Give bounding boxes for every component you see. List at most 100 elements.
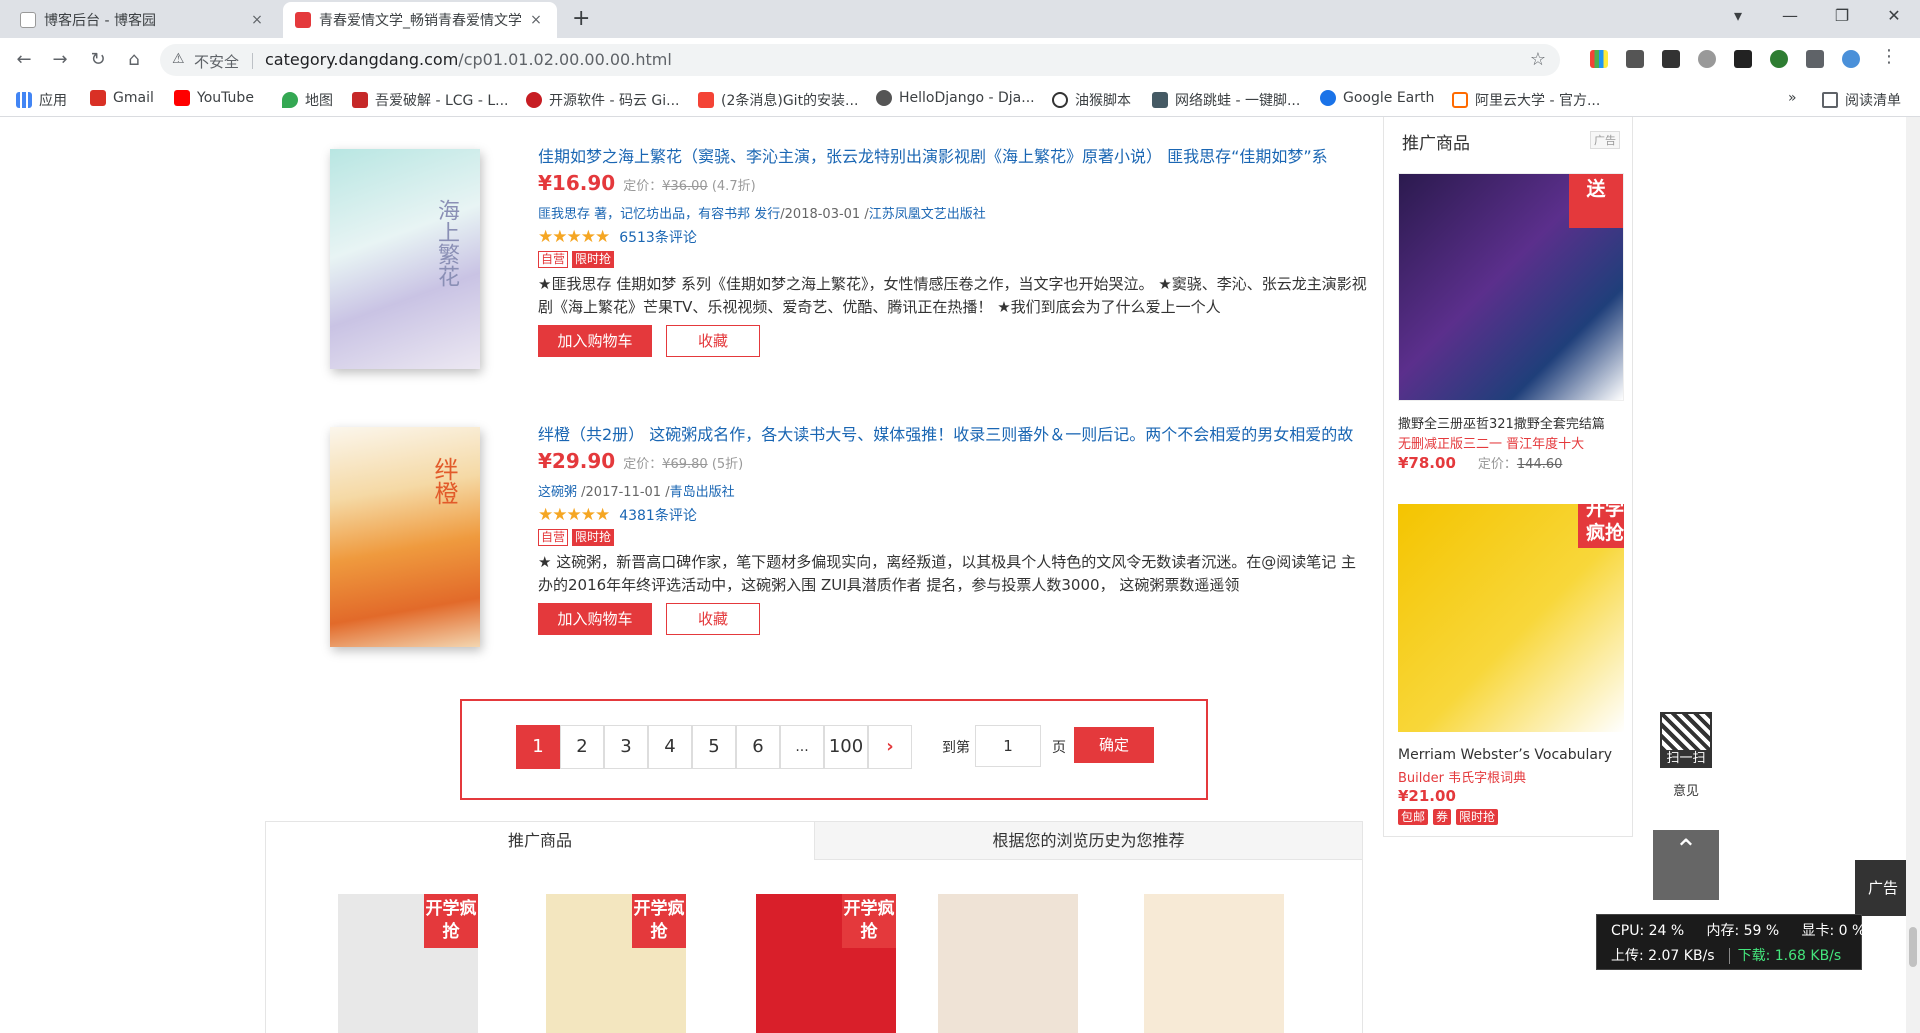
author-link[interactable]: 这碗粥: [538, 485, 577, 500]
new-tab-button[interactable]: +: [572, 6, 590, 31]
bookmark-maps[interactable]: 地图: [282, 90, 333, 110]
review-count-link[interactable]: 4381条评论: [619, 505, 697, 525]
recommended-book[interactable]: 开学疯抢: [756, 894, 896, 1033]
tab-title: 博客后台 - 博客园: [44, 13, 156, 29]
confirm-page-button[interactable]: 确定: [1074, 727, 1154, 763]
bookmark-csdn[interactable]: (2条消息)Git的安装...: [698, 90, 858, 110]
bookmark-hellodjango[interactable]: HelloDjango - Dja...: [876, 90, 1035, 106]
ad-product-name[interactable]: Merriam Webster’s Vocabulary: [1398, 747, 1624, 763]
tampermonkey-extension-icon[interactable]: [1734, 50, 1752, 68]
close-window-button[interactable]: ✕: [1876, 6, 1912, 25]
puzzle-extension-icon[interactable]: [1806, 50, 1824, 68]
page-5-button[interactable]: 5: [692, 725, 736, 769]
add-to-cart-button[interactable]: 加入购物车: [538, 325, 652, 357]
product-title-link[interactable]: 佳期如梦之海上繁花（窦骁、李沁主演，张云龙特别出演影视剧《海上繁花》原著小说） …: [538, 143, 1368, 167]
forward-icon[interactable]: →: [48, 49, 72, 70]
url-text[interactable]: category.dangdang.com/cp01.01.02.00.00.0…: [265, 50, 672, 69]
ad-book-image[interactable]: 送: [1398, 173, 1624, 401]
favorite-button[interactable]: 收藏: [666, 325, 760, 357]
bookmark-label: 应用: [39, 93, 67, 109]
minimize-button[interactable]: —: [1772, 6, 1808, 25]
product-title-link[interactable]: 绊橙（共2册） 这碗粥成名作，各大读书大号、媒体强推！收录三则番外＆一则后记。两…: [538, 421, 1368, 445]
publisher-link[interactable]: 青岛出版社: [670, 485, 735, 500]
tab-history[interactable]: 根据您的浏览历史为您推荐: [814, 822, 1362, 860]
globe-icon: [876, 90, 892, 106]
bookmark-apps[interactable]: 应用: [16, 90, 67, 110]
page-1-button[interactable]: 1: [516, 725, 560, 769]
page-100-button[interactable]: 100: [824, 725, 868, 769]
cpu-usage: CPU: 24 %: [1611, 923, 1685, 939]
profile-avatar-icon[interactable]: [1842, 50, 1860, 68]
bookmark-network[interactable]: 网络跳蛙 - 一键脚...: [1152, 90, 1300, 110]
ad-book-image[interactable]: 开学疯抢: [1398, 504, 1624, 732]
x-extension-icon[interactable]: [1662, 50, 1680, 68]
bookmark-52pojie[interactable]: 吾爱破解 - LCG - L...: [352, 90, 508, 110]
ad-product-name[interactable]: 撒野全三册巫哲321撒野全套完结篇: [1398, 413, 1624, 432]
color-extension-icon[interactable]: [1590, 50, 1608, 68]
review-count-link[interactable]: 6513条评论: [619, 227, 697, 247]
bookmark-gitee[interactable]: 开源软件 - 码云 Gi...: [526, 90, 680, 110]
product-item: 绊橙 绊橙（共2册） 这碗粥成名作，各大读书大号、媒体强推！收录三则番外＆一则后…: [320, 417, 1370, 667]
reload-icon[interactable]: ↻: [86, 49, 110, 70]
url-path: /cp01.01.02.00.00.00.html: [458, 50, 672, 69]
scrollbar-thumb[interactable]: [1909, 927, 1917, 967]
ad-product-subtitle[interactable]: Builder 韦氏字根词典: [1398, 767, 1624, 786]
tab-cnblogs[interactable]: 博客后台 - 博客园 ×: [8, 2, 278, 38]
page-4-button[interactable]: 4: [648, 725, 692, 769]
page-3-button[interactable]: 3: [604, 725, 648, 769]
feedback-link[interactable]: 意见: [1660, 780, 1712, 799]
tab-close-icon[interactable]: ×: [248, 12, 266, 28]
bookmarks-more-icon[interactable]: »: [1788, 90, 1797, 106]
maximize-button[interactable]: ❐: [1824, 6, 1860, 25]
tab-dangdang[interactable]: 青春爱情文学_畅销青春爱情文学 ×: [283, 2, 557, 38]
bookmark-greasyfork[interactable]: 油猴脚本: [1052, 90, 1131, 110]
ad-label: 广告: [1590, 131, 1620, 149]
more-menu-icon[interactable]: ⋮: [1880, 46, 1898, 67]
favorite-button[interactable]: 收藏: [666, 603, 760, 635]
scroll-to-top-button[interactable]: ⌃: [1653, 830, 1719, 900]
book-cover-image[interactable]: 海上繁花: [330, 149, 480, 369]
recommended-book[interactable]: [938, 894, 1078, 1033]
next-page-icon[interactable]: ›: [868, 725, 912, 769]
ad-product-subtitle[interactable]: 无删减正版三二一 晋江年度十大: [1398, 433, 1624, 452]
author-link[interactable]: 匪我思存 著，记忆坊出品，有容书邦 发行: [538, 207, 780, 222]
translate-extension-icon[interactable]: [1626, 50, 1644, 68]
bookmark-star-icon[interactable]: ☆: [1530, 49, 1546, 70]
bookmark-gmail[interactable]: Gmail: [90, 90, 154, 106]
floating-ad-button[interactable]: 广告: [1855, 860, 1911, 916]
reading-list-button[interactable]: 阅读清单: [1822, 90, 1901, 110]
recommended-book[interactable]: 开学疯抢: [338, 894, 478, 1033]
back-icon[interactable]: ←: [12, 49, 36, 70]
bookmark-google-earth[interactable]: Google Earth: [1320, 90, 1434, 106]
security-status[interactable]: 不安全: [194, 51, 239, 72]
add-to-cart-button[interactable]: 加入购物车: [538, 603, 652, 635]
publisher-link[interactable]: 江苏凤凰文艺出版社: [869, 207, 986, 222]
list-price: 定价：¥69.80 (5折): [623, 457, 743, 472]
scan-qr-label[interactable]: 扫一扫: [1660, 750, 1712, 768]
youtube-icon: [174, 90, 190, 106]
profile-menu-icon[interactable]: ▾: [1720, 6, 1756, 25]
flash-sale-tag: 开学疯抢: [424, 894, 478, 948]
page-6-button[interactable]: 6: [736, 725, 780, 769]
home-icon[interactable]: ⌂: [122, 49, 146, 70]
product-item: 海上繁花 佳期如梦之海上繁花（窦骁、李沁主演，张云龙特别出演影视剧《海上繁花》原…: [320, 139, 1370, 389]
warning-icon[interactable]: ⚠: [172, 51, 185, 67]
bookmark-label: 油猴脚本: [1075, 93, 1131, 109]
page-number-input[interactable]: [975, 725, 1041, 767]
page-scrollbar[interactable]: [1906, 117, 1920, 1033]
tab-promoted[interactable]: 推广商品: [266, 822, 814, 860]
bookmark-aliyun[interactable]: 阿里云大学 - 官方...: [1452, 90, 1600, 110]
globe-extension-icon[interactable]: [1770, 50, 1788, 68]
circle-extension-icon[interactable]: [1698, 50, 1716, 68]
book-cover-image[interactable]: 绊橙: [330, 427, 480, 647]
bookmark-youtube[interactable]: YouTube: [174, 90, 254, 106]
page-2-button[interactable]: 2: [560, 725, 604, 769]
tab-close-icon[interactable]: ×: [527, 12, 545, 28]
coupon-badge: 券: [1433, 809, 1452, 825]
system-monitor-widget[interactable]: CPU: 24 % 内存: 59 % 显卡: 0 % 上传: 2.07 KB/s…: [1596, 914, 1865, 970]
network-row: 上传: 2.07 KB/s 下载: 1.68 KB/s: [1611, 945, 1842, 965]
recommended-book[interactable]: [1144, 894, 1284, 1033]
recommended-book[interactable]: 开学疯抢: [546, 894, 686, 1033]
bookmark-label: Gmail: [113, 90, 154, 106]
address-bar[interactable]: ⚠ 不安全 category.dangdang.com/cp01.01.02.0…: [160, 44, 1560, 76]
